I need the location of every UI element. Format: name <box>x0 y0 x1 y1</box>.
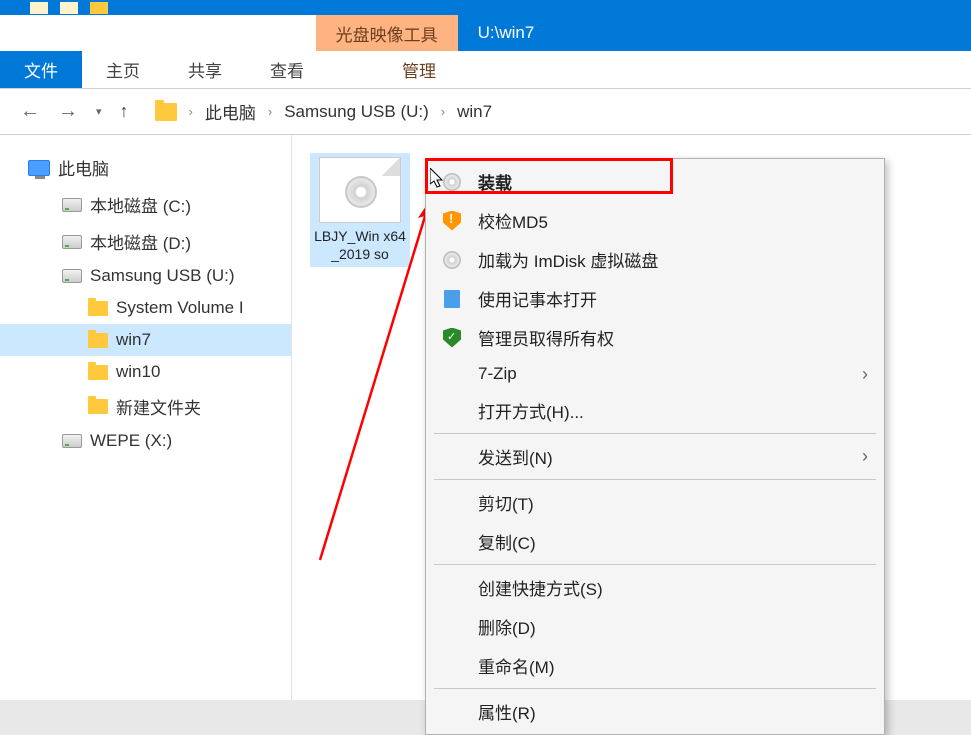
tree-win10[interactable]: win10 <box>0 356 291 388</box>
navigation-pane: 此电脑 本地磁盘 (C:) 本地磁盘 (D:) Samsung USB (U:)… <box>0 135 292 700</box>
menu-mount[interactable]: 装载 <box>426 162 884 201</box>
window-title: U:\win7 <box>458 15 971 51</box>
crumb-this-pc[interactable]: 此电脑 <box>205 99 256 124</box>
tree-drive-u[interactable]: Samsung USB (U:) <box>0 260 291 292</box>
menu-rename[interactable]: 重命名(M) <box>426 646 884 685</box>
tree-new-folder[interactable]: 新建文件夹 <box>0 388 291 425</box>
ribbon-tabs: 文件 主页 共享 查看 管理 <box>0 51 971 89</box>
disc-icon <box>443 251 461 269</box>
chevron-right-icon: › <box>862 446 868 467</box>
folder-icon <box>155 103 177 121</box>
tree-this-pc[interactable]: 此电脑 <box>0 149 291 186</box>
context-menu: 装载 校检MD5 加载为 ImDisk 虚拟磁盘 使用记事本打开 管理员取得所有… <box>425 158 885 735</box>
crumb-folder[interactable]: win7 <box>457 102 492 122</box>
taskbar <box>0 0 971 15</box>
menu-create-shortcut[interactable]: 创建快捷方式(S) <box>426 568 884 607</box>
chevron-right-icon: › <box>268 104 272 119</box>
menu-separator <box>434 688 876 689</box>
taskbar-icon[interactable] <box>30 2 48 14</box>
tab-file[interactable]: 文件 <box>0 51 82 88</box>
menu-send-to[interactable]: 发送到(N) › <box>426 437 884 476</box>
menu-open-with[interactable]: 打开方式(H)... <box>426 391 884 430</box>
folder-icon <box>88 399 108 414</box>
folder-icon <box>88 301 108 316</box>
menu-imdisk[interactable]: 加载为 ImDisk 虚拟磁盘 <box>426 240 884 279</box>
up-button[interactable]: ↑ <box>120 101 129 122</box>
taskbar-icon[interactable] <box>90 2 108 14</box>
tree-wepe[interactable]: WEPE (X:) <box>0 425 291 457</box>
file-item-iso[interactable]: LBJY_Win x64_2019 so <box>310 153 410 267</box>
drive-icon <box>62 434 82 448</box>
menu-7zip[interactable]: 7-Zip › <box>426 357 884 391</box>
tree-win7[interactable]: win7 <box>0 324 291 356</box>
history-dropdown[interactable]: ▾ <box>96 105 102 118</box>
tree-svi[interactable]: System Volume I <box>0 292 291 324</box>
shield-warning-icon <box>443 211 461 231</box>
folder-icon <box>88 365 108 380</box>
menu-copy[interactable]: 复制(C) <box>426 522 884 561</box>
title-bar: 光盘映像工具 U:\win7 <box>0 15 971 51</box>
chevron-right-icon: › <box>189 104 193 119</box>
back-button[interactable]: ← <box>20 100 40 123</box>
drive-icon <box>62 235 82 249</box>
iso-file-icon <box>319 157 401 223</box>
tab-share[interactable]: 共享 <box>164 51 246 88</box>
menu-cut[interactable]: 剪切(T) <box>426 483 884 522</box>
drive-icon <box>62 198 82 212</box>
computer-icon <box>28 160 50 176</box>
tab-view[interactable]: 查看 <box>246 51 328 88</box>
disc-icon <box>443 173 461 191</box>
menu-delete[interactable]: 删除(D) <box>426 607 884 646</box>
tree-drive-c[interactable]: 本地磁盘 (C:) <box>0 186 291 223</box>
menu-md5[interactable]: 校检MD5 <box>426 201 884 240</box>
forward-button[interactable]: → <box>58 100 78 123</box>
menu-properties[interactable]: 属性(R) <box>426 692 884 731</box>
notepad-icon <box>444 290 460 308</box>
folder-icon <box>88 333 108 348</box>
taskbar-icon[interactable] <box>60 2 78 14</box>
shield-check-icon <box>443 328 461 348</box>
navigation-bar: ← → ▾ ↑ › 此电脑 › Samsung USB (U:) › win7 <box>0 89 971 135</box>
chevron-right-icon: › <box>862 364 868 385</box>
menu-separator <box>434 564 876 565</box>
chevron-right-icon: › <box>441 104 445 119</box>
tab-home[interactable]: 主页 <box>82 51 164 88</box>
tree-drive-d[interactable]: 本地磁盘 (D:) <box>0 223 291 260</box>
contextual-tab-label: 光盘映像工具 <box>316 15 458 51</box>
crumb-drive[interactable]: Samsung USB (U:) <box>284 102 429 122</box>
menu-separator <box>434 433 876 434</box>
menu-separator <box>434 479 876 480</box>
menu-notepad[interactable]: 使用记事本打开 <box>426 279 884 318</box>
disc-icon <box>345 176 377 208</box>
drive-icon <box>62 269 82 283</box>
breadcrumb[interactable]: › 此电脑 › Samsung USB (U:) › win7 <box>155 99 493 124</box>
tab-manage[interactable]: 管理 <box>378 51 460 88</box>
menu-admin-ownership[interactable]: 管理员取得所有权 <box>426 318 884 357</box>
